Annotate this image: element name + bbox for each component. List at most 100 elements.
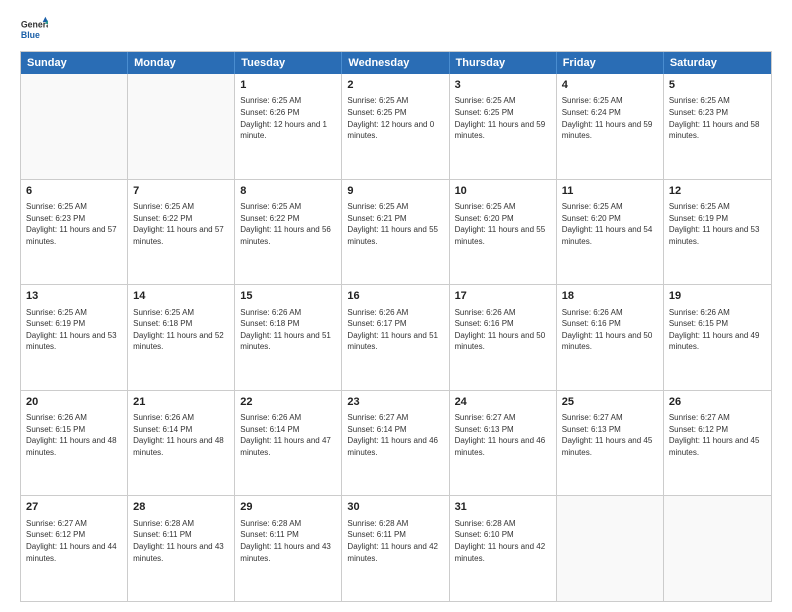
cell-info: Sunrise: 6:25 AMSunset: 6:22 PMDaylight:… — [240, 201, 336, 247]
calendar-cell: 15 Sunrise: 6:26 AMSunset: 6:18 PMDayligh… — [235, 285, 342, 390]
cell-info: Sunrise: 6:25 AMSunset: 6:25 PMDaylight:… — [455, 95, 551, 141]
calendar-cell: 29 Sunrise: 6:28 AMSunset: 6:11 PMDayligh… — [235, 496, 342, 601]
calendar-cell: 28 Sunrise: 6:28 AMSunset: 6:11 PMDayligh… — [128, 496, 235, 601]
calendar-cell: 16 Sunrise: 6:26 AMSunset: 6:17 PMDayligh… — [342, 285, 449, 390]
day-number: 11 — [562, 184, 658, 199]
day-number: 22 — [240, 395, 336, 410]
day-number: 24 — [455, 395, 551, 410]
calendar-row-2: 6 Sunrise: 6:25 AMSunset: 6:23 PMDaylight… — [21, 180, 771, 286]
day-number: 7 — [133, 184, 229, 199]
logo: General Blue — [20, 15, 48, 43]
svg-text:Blue: Blue — [21, 30, 40, 40]
day-number: 18 — [562, 289, 658, 304]
calendar-cell: 11Sunrise: 6:25 AMSunset: 6:20 PMDayligh… — [557, 180, 664, 285]
day-number: 5 — [669, 78, 766, 93]
day-number: 9 — [347, 184, 443, 199]
calendar-cell: 9 Sunrise: 6:25 AMSunset: 6:21 PMDaylight… — [342, 180, 449, 285]
calendar-row-5: 27 Sunrise: 6:27 AMSunset: 6:12 PMDayligh… — [21, 496, 771, 601]
calendar-cell: 27 Sunrise: 6:27 AMSunset: 6:12 PMDayligh… — [21, 496, 128, 601]
cell-info: Sunrise: 6:27 AMSunset: 6:12 PMDaylight:… — [669, 412, 766, 458]
calendar-cell — [128, 74, 235, 179]
cell-info: Sunrise: 6:26 AMSunset: 6:15 PMDaylight:… — [26, 412, 122, 458]
cell-info: Sunrise: 6:25 AMSunset: 6:23 PMDaylight:… — [26, 201, 122, 247]
day-number: 19 — [669, 289, 766, 304]
day-number: 28 — [133, 500, 229, 515]
calendar-cell: 24Sunrise: 6:27 AMSunset: 6:13 PMDayligh… — [450, 391, 557, 496]
day-number: 4 — [562, 78, 658, 93]
cell-info: Sunrise: 6:28 AMSunset: 6:10 PMDaylight:… — [455, 518, 551, 564]
day-number: 10 — [455, 184, 551, 199]
calendar-cell: 6 Sunrise: 6:25 AMSunset: 6:23 PMDaylight… — [21, 180, 128, 285]
calendar-cell — [557, 496, 664, 601]
day-number: 16 — [347, 289, 443, 304]
cell-info: Sunrise: 6:25 AMSunset: 6:22 PMDaylight:… — [133, 201, 229, 247]
cell-info: Sunrise: 6:28 AMSunset: 6:11 PMDaylight:… — [133, 518, 229, 564]
day-number: 20 — [26, 395, 122, 410]
calendar-cell: 23Sunrise: 6:27 AMSunset: 6:14 PMDayligh… — [342, 391, 449, 496]
day-number: 15 — [240, 289, 336, 304]
calendar-cell: 17Sunrise: 6:26 AMSunset: 6:16 PMDayligh… — [450, 285, 557, 390]
calendar-row-4: 20 Sunrise: 6:26 AMSunset: 6:15 PMDayligh… — [21, 391, 771, 497]
day-number: 27 — [26, 500, 122, 515]
cell-info: Sunrise: 6:26 AMSunset: 6:17 PMDaylight:… — [347, 307, 443, 353]
calendar: SundayMondayTuesdayWednesdayThursdayFrid… — [20, 51, 772, 602]
day-number: 13 — [26, 289, 122, 304]
cell-info: Sunrise: 6:26 AMSunset: 6:14 PMDaylight:… — [240, 412, 336, 458]
day-number: 8 — [240, 184, 336, 199]
calendar-cell: 30 Sunrise: 6:28 AMSunset: 6:11 PMDayligh… — [342, 496, 449, 601]
day-number: 29 — [240, 500, 336, 515]
calendar-cell: 21 Sunrise: 6:26 AMSunset: 6:14 PMDayligh… — [128, 391, 235, 496]
calendar-row-3: 13 Sunrise: 6:25 AMSunset: 6:19 PMDayligh… — [21, 285, 771, 391]
cell-info: Sunrise: 6:26 AMSunset: 6:15 PMDaylight:… — [669, 307, 766, 353]
cell-info: Sunrise: 6:25 AMSunset: 6:19 PMDaylight:… — [26, 307, 122, 353]
cell-info: Sunrise: 6:25 AMSunset: 6:26 PMDaylight:… — [240, 95, 336, 141]
cell-info: Sunrise: 6:26 AMSunset: 6:16 PMDaylight:… — [455, 307, 551, 353]
cell-info: Sunrise: 6:25 AMSunset: 6:21 PMDaylight:… — [347, 201, 443, 247]
calendar-cell: 1Sunrise: 6:25 AMSunset: 6:26 PMDaylight… — [235, 74, 342, 179]
logo-icon: General Blue — [20, 15, 48, 43]
calendar-cell: 18 Sunrise: 6:26 AMSunset: 6:16 PMDayligh… — [557, 285, 664, 390]
day-number: 3 — [455, 78, 551, 93]
cell-info: Sunrise: 6:26 AMSunset: 6:14 PMDaylight:… — [133, 412, 229, 458]
calendar-body: 1Sunrise: 6:25 AMSunset: 6:26 PMDaylight… — [21, 74, 771, 601]
calendar-cell: 10 Sunrise: 6:25 AMSunset: 6:20 PMDayligh… — [450, 180, 557, 285]
header-cell-saturday: Saturday — [664, 52, 771, 74]
calendar-cell: 14 Sunrise: 6:25 AMSunset: 6:18 PMDayligh… — [128, 285, 235, 390]
cell-info: Sunrise: 6:25 AMSunset: 6:24 PMDaylight:… — [562, 95, 658, 141]
day-number: 6 — [26, 184, 122, 199]
header-cell-sunday: Sunday — [21, 52, 128, 74]
calendar-cell: 12Sunrise: 6:25 AMSunset: 6:19 PMDayligh… — [664, 180, 771, 285]
calendar-cell: 5 Sunrise: 6:25 AMSunset: 6:23 PMDaylight… — [664, 74, 771, 179]
cell-info: Sunrise: 6:26 AMSunset: 6:18 PMDaylight:… — [240, 307, 336, 353]
day-number: 21 — [133, 395, 229, 410]
cell-info: Sunrise: 6:25 AMSunset: 6:20 PMDaylight:… — [455, 201, 551, 247]
calendar-cell: 13 Sunrise: 6:25 AMSunset: 6:19 PMDayligh… — [21, 285, 128, 390]
header-cell-wednesday: Wednesday — [342, 52, 449, 74]
day-number: 25 — [562, 395, 658, 410]
calendar-cell: 8 Sunrise: 6:25 AMSunset: 6:22 PMDaylight… — [235, 180, 342, 285]
cell-info: Sunrise: 6:25 AMSunset: 6:25 PMDaylight:… — [347, 95, 443, 141]
day-number: 2 — [347, 78, 443, 93]
header-cell-monday: Monday — [128, 52, 235, 74]
calendar-cell: 2 Sunrise: 6:25 AMSunset: 6:25 PMDaylight… — [342, 74, 449, 179]
cell-info: Sunrise: 6:27 AMSunset: 6:12 PMDaylight:… — [26, 518, 122, 564]
calendar-cell: 22 Sunrise: 6:26 AMSunset: 6:14 PMDayligh… — [235, 391, 342, 496]
day-number: 26 — [669, 395, 766, 410]
cell-info: Sunrise: 6:28 AMSunset: 6:11 PMDaylight:… — [347, 518, 443, 564]
cell-info: Sunrise: 6:25 AMSunset: 6:23 PMDaylight:… — [669, 95, 766, 141]
cell-info: Sunrise: 6:27 AMSunset: 6:13 PMDaylight:… — [562, 412, 658, 458]
calendar-cell: 4 Sunrise: 6:25 AMSunset: 6:24 PMDaylight… — [557, 74, 664, 179]
header-cell-tuesday: Tuesday — [235, 52, 342, 74]
day-number: 14 — [133, 289, 229, 304]
header-cell-friday: Friday — [557, 52, 664, 74]
header: General Blue — [20, 15, 772, 43]
day-number: 31 — [455, 500, 551, 515]
cell-info: Sunrise: 6:26 AMSunset: 6:16 PMDaylight:… — [562, 307, 658, 353]
calendar-cell: 7 Sunrise: 6:25 AMSunset: 6:22 PMDaylight… — [128, 180, 235, 285]
cell-info: Sunrise: 6:25 AMSunset: 6:18 PMDaylight:… — [133, 307, 229, 353]
calendar-cell: 19 Sunrise: 6:26 AMSunset: 6:15 PMDayligh… — [664, 285, 771, 390]
cell-info: Sunrise: 6:28 AMSunset: 6:11 PMDaylight:… — [240, 518, 336, 564]
day-number: 30 — [347, 500, 443, 515]
calendar-cell: 20 Sunrise: 6:26 AMSunset: 6:15 PMDayligh… — [21, 391, 128, 496]
calendar-header: SundayMondayTuesdayWednesdayThursdayFrid… — [21, 52, 771, 74]
